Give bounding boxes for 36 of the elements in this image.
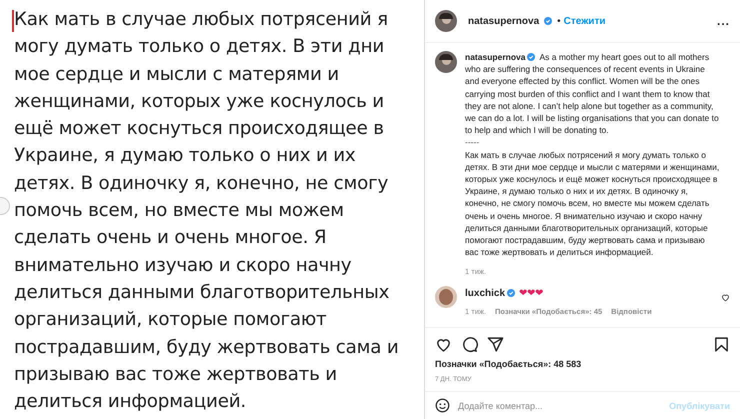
post-text-line: делиться данными благотворительных [14,280,390,305]
comment-text: ❤❤❤ [519,287,544,300]
separator: • [557,16,561,26]
post-text-line: детях. В одиночку я, конечно, не смогу [14,172,390,196]
comment-icon[interactable] [461,336,478,353]
caption-divider: ----- [465,136,480,149]
comment-field[interactable]: Додайте коментар... [458,400,662,410]
like-count[interactable]: Позначки «Подобається»: 48 583 [425,357,740,371]
caption-text: As a mother my heart goes out to all mothers [539,52,710,62]
avatar[interactable] [435,51,457,73]
post-text-line: организаций, которые помогают [14,308,328,332]
post-text-line: внимательно изучаю и скоро начну [14,254,352,278]
bookmark-icon[interactable] [713,336,730,353]
post-text-line: делиться информацией. [14,390,248,414]
username[interactable]: natasupernova [468,16,540,26]
post-text-line: сделать очень и очень многое. Я [14,226,328,250]
username[interactable]: natasupernova [465,52,526,62]
like-icon[interactable] [435,336,452,353]
caption-text: who are suffering the consequences of recent events in Ukraine and everyone effected by this conflict. Women will be the ones carrying most burden of this conflict and I want them to know that they are not alone. I can’t help alone but together as a community, we can do a lot. I will be listing organisations that you can donate to to help and which I will be donating to. [465,63,720,136]
text-cursor [12,10,14,32]
post-text-line: женщинами, которых уже коснулось и [14,90,385,114]
post-text-line: Украине, я думаю только о них и их [14,144,357,168]
post-text-line: пострадавшим, буду жертвовать сама и [14,336,400,360]
post-text-line: ещё может коснуться происходящее в [14,117,385,142]
share-icon[interactable] [487,336,504,353]
post-text-line: могу думать только о детях. В эти дни [14,35,385,60]
avatar[interactable] [435,10,457,32]
more-button[interactable]: ... [716,14,730,28]
post-text-line: помочь всем, но вместе мы можем [14,199,345,224]
username[interactable]: luxchick [465,288,506,299]
like-icon[interactable] [721,293,730,302]
post-text-line: мое сердце и мысли с матерями и [14,62,340,87]
emoji-icon[interactable] [435,398,450,413]
post-text-line: призываю вас тоже жертвовать и [14,362,338,387]
post-text-line: Как мать в случае любых потрясений я [14,8,389,32]
caption-text: Как мать в случае любых потрясений я могу думать только о детях. В эти дни мое сердце и мысли с матерями и женщинами, которых уже коснулось и ещё может коснуться происходящее в Украине, я думаю только о них и их детях. В одиночку я, конечно, не смогу помочь всем, но вместе мы можем сделать очень и очень многое. Я внимательно изучаю и скоро начну делиться данными благотворительных организаций, которые помогают пострадавшим, буду жертвовать сама и призываю вас тоже жертвовать и делиться информацией. [465,148,720,258]
